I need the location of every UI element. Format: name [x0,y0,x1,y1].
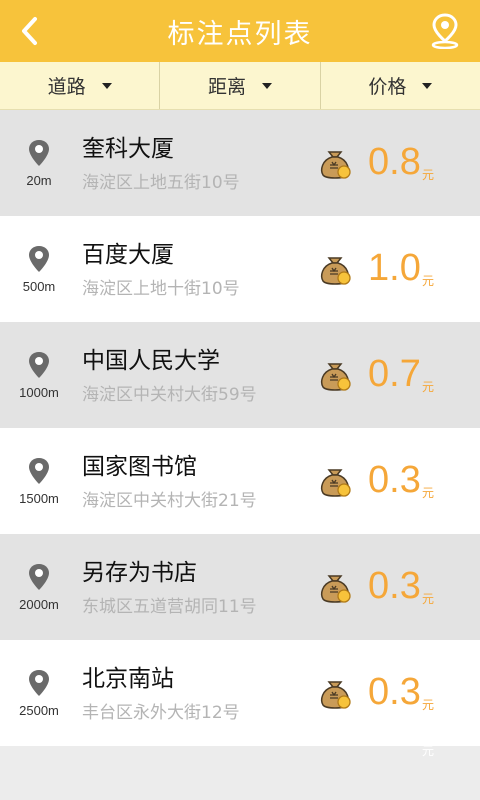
price-value: 0.3 [368,671,421,713]
list-item[interactable]: 20m 奎科大厦 海淀区上地五街10号 0.8 元 [0,110,480,216]
filter-price-label: 价格 [368,76,407,98]
money-bag-icon [320,469,351,497]
list-item[interactable]: 1500m 国家图书馆 海淀区中关村大街21号 0.3 元 [0,428,480,534]
location-pin-icon [29,245,49,272]
stray-price-unit: 元 [422,744,435,758]
price-unit: 元 [422,168,435,182]
caret-down-icon [262,82,272,89]
distance-label: 1000m [19,384,59,400]
filter-distance-label: 距离 [207,76,246,98]
map-pin-icon [431,13,459,49]
price-value: 0.3 [368,565,421,607]
list-item[interactable]: 2500m 北京南站 丰台区永外大街12号 0.3 元 [0,640,480,746]
distance-cell: 2500m [0,640,78,746]
price-value: 0.8 [368,141,421,183]
price-value: 1.0 [368,247,421,289]
price-unit: 元 [422,274,435,288]
location-pin-icon [29,351,49,378]
caret-down-icon [422,82,433,89]
money-bag-icon [320,575,351,603]
distance-cell: 2000m [0,534,78,640]
page-title: 标注点列表 [167,18,313,50]
filter-bar: 道路 距离 价格 [0,62,480,110]
distance-cell: 1500m [0,428,78,534]
price-unit: 元 [422,592,435,606]
money-bag-icon [320,151,351,179]
distance-label: 1500m [19,490,59,506]
money-bag-icon [320,681,351,709]
chevron-left-icon [22,17,37,45]
list-item[interactable]: 2000m 另存为书店 东城区五道营胡同11号 0.3 元 [0,534,480,640]
filter-road[interactable]: 道路 [0,62,161,109]
location-pin-icon [29,139,49,166]
price-unit: 元 [422,380,435,394]
filter-road-label: 道路 [47,76,86,98]
money-bag-icon [320,363,351,391]
filter-distance[interactable]: 距离 [160,62,321,109]
map-view-button[interactable] [428,12,462,50]
price-unit: 元 [422,698,435,712]
price-value: 0.7 [368,353,421,395]
distance-label: 2000m [19,596,59,612]
list-item[interactable]: 1000m 中国人民大学 海淀区中关村大街59号 0.7 元 [0,322,480,428]
price-value: 0.3 [368,459,421,501]
back-button[interactable] [14,14,46,48]
distance-label: 20m [26,172,52,188]
location-pin-icon [29,457,49,484]
distance-cell: 20m [0,110,78,216]
location-pin-icon [29,563,49,590]
distance-cell: 1000m [0,322,78,428]
distance-cell: 500m [0,216,78,322]
place-list: 20m 奎科大厦 海淀区上地五街10号 0.8 元 500m 百度大厦 海淀区上… [0,110,480,746]
list-item[interactable]: 500m 百度大厦 海淀区上地十街10号 1.0 元 [0,216,480,322]
app-header: 标注点列表 [0,0,480,62]
filter-price[interactable]: 价格 [321,62,480,109]
distance-label: 2500m [19,702,59,718]
price-unit: 元 [422,486,435,500]
money-bag-icon [320,257,351,285]
caret-down-icon [101,82,112,89]
location-pin-icon [29,669,49,696]
distance-label: 500m [22,278,56,294]
